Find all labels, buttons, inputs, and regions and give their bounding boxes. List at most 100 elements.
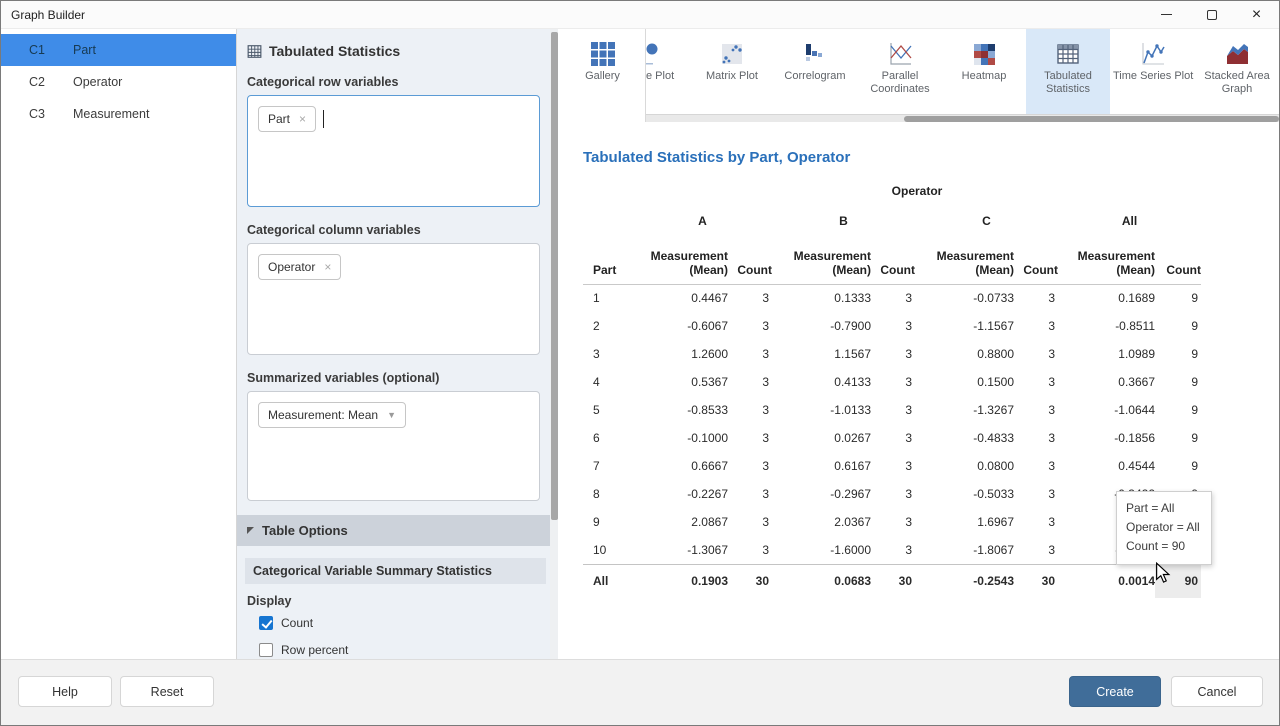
checkbox-row-percent[interactable]	[259, 643, 273, 657]
mean-cell: 0.4133	[772, 368, 871, 396]
reset-button[interactable]: Reset	[120, 676, 214, 707]
graph-gallery: Bubble Plot Gallery	[558, 29, 1279, 114]
mean-cell: -1.0133	[772, 396, 871, 424]
mean-cell: -0.6067	[633, 312, 728, 340]
column-variables-box[interactable]: Operator ×	[247, 243, 540, 355]
part-cell: 2	[583, 312, 633, 340]
mean-cell: 0.4544	[1058, 452, 1155, 480]
count-cell: 3	[1014, 536, 1058, 564]
gallery-item-heatmap[interactable]: Heatmap	[942, 29, 1026, 114]
mean-cell: -0.1856	[1058, 424, 1155, 452]
table-row: 10-1.30673-1.60003-1.80673-1.57119	[583, 536, 1201, 564]
part-cell: 9	[583, 508, 633, 536]
count-cell: 30	[871, 564, 915, 598]
count-cell: 9	[1155, 424, 1201, 452]
builder-panel-header: Tabulated Statistics	[247, 43, 540, 59]
gallery-item-gallery[interactable]: Gallery	[560, 29, 646, 122]
table-row: 70.666730.616730.080030.45449	[583, 452, 1201, 480]
variable-chip-measurement-mean[interactable]: Measurement: Mean ▼	[258, 402, 406, 428]
count-cell: 30	[728, 564, 772, 598]
count-cell: 3	[728, 284, 772, 312]
mean-cell: -1.1567	[915, 312, 1014, 340]
maximize-icon	[1207, 10, 1217, 20]
mean-cell: 2.0867	[633, 508, 728, 536]
mean-cell: 0.6167	[772, 452, 871, 480]
gallery-item-parallel-coordinates[interactable]: Parallel Coordinates	[858, 29, 942, 114]
table-row: 6-0.100030.02673-0.48333-0.18569	[583, 424, 1201, 452]
remove-chip-icon[interactable]: ×	[324, 261, 331, 273]
gallery-item-stacked-area-graph[interactable]: Stacked Area Graph	[1195, 29, 1279, 114]
matrix-plot-icon	[690, 41, 774, 68]
table-options-label: Table Options	[262, 523, 348, 538]
panel-title: Tabulated Statistics	[269, 43, 400, 59]
count-cell: 3	[871, 480, 915, 508]
close-button[interactable]: ×	[1234, 1, 1279, 28]
mean-cell: 1.2600	[633, 340, 728, 368]
tooltip-line: Operator = All	[1126, 518, 1200, 537]
correlogram-icon	[773, 41, 857, 68]
count-cell: 3	[1014, 396, 1058, 424]
part-column-header: Part	[583, 236, 633, 284]
mean-cell: 0.5367	[633, 368, 728, 396]
checkbox-label: Count	[281, 616, 313, 630]
count-cell: 3	[1014, 452, 1058, 480]
count-cell: 3	[728, 424, 772, 452]
count-cell: 9	[1155, 452, 1201, 480]
checkbox-count[interactable]	[259, 616, 273, 630]
sidebar-item-part[interactable]: C1 Part	[1, 34, 236, 66]
panel-scrollbar-thumb[interactable]	[551, 32, 558, 520]
mean-column-header: Measurement(Mean)	[1058, 236, 1155, 284]
help-button[interactable]: Help	[18, 676, 112, 707]
variable-chip-part[interactable]: Part ×	[258, 106, 316, 132]
display-option-count[interactable]: Count	[259, 616, 540, 630]
sidebar-item-operator[interactable]: C2 Operator	[1, 66, 236, 98]
gallery-item-time-series-plot[interactable]: Time Series Plot	[1111, 29, 1195, 114]
remove-chip-icon[interactable]: ×	[299, 113, 306, 125]
stacked-area-graph-icon	[1195, 41, 1279, 68]
count-column-header: Count	[1155, 236, 1201, 284]
gallery-scrollbar[interactable]	[624, 114, 1279, 122]
minimize-button[interactable]	[1144, 1, 1189, 28]
variable-chip-operator[interactable]: Operator ×	[258, 254, 341, 280]
create-button[interactable]: Create	[1069, 676, 1161, 707]
title-bar: Graph Builder ×	[1, 1, 1279, 29]
gallery-item-matrix-plot[interactable]: Matrix Plot	[690, 29, 774, 114]
cancel-button[interactable]: Cancel	[1171, 676, 1263, 707]
count-cell: 30	[1014, 564, 1058, 598]
checkbox-label: Row percent	[281, 643, 348, 657]
count-cell: 3	[1014, 508, 1058, 536]
mean-cell: 0.0800	[915, 452, 1014, 480]
table-row: 8-0.22673-0.29673-0.50333-0.34229	[583, 480, 1201, 508]
row-variables-box[interactable]: Part ×	[247, 95, 540, 207]
gallery-item-tabulated-statistics[interactable]: Tabulated Statistics	[1026, 29, 1110, 114]
column-id: C2	[1, 75, 73, 89]
table-row: 2-0.60673-0.79003-1.15673-0.85119	[583, 312, 1201, 340]
mouse-cursor	[1153, 562, 1173, 589]
stats-table-body: 10.446730.13333-0.073330.168992-0.60673-…	[583, 284, 1201, 598]
maximize-button[interactable]	[1189, 1, 1234, 28]
display-option-row-percent[interactable]: Row percent	[259, 643, 540, 657]
count-cell: 3	[871, 312, 915, 340]
tabulated-statistics-icon	[247, 44, 262, 59]
sidebar-item-measurement[interactable]: C3 Measurement	[1, 98, 236, 130]
count-cell: 3	[728, 368, 772, 396]
mean-column-header: Measurement(Mean)	[772, 236, 871, 284]
table-options-header[interactable]: Table Options	[237, 515, 550, 546]
window-title: Graph Builder	[1, 8, 85, 22]
mean-cell: -0.2543	[915, 564, 1014, 598]
mean-cell: 0.1903	[633, 564, 728, 598]
gallery-item-correlogram[interactable]: Correlogram	[773, 29, 857, 114]
part-cell: 10	[583, 536, 633, 564]
column-name: Part	[73, 43, 96, 57]
count-cell: 3	[728, 480, 772, 508]
heatmap-icon	[942, 41, 1026, 68]
gallery-item-label: Tabulated Statistics	[1026, 70, 1110, 96]
chevron-down-icon[interactable]: ▼	[387, 411, 396, 420]
summarized-variables-box[interactable]: Measurement: Mean ▼	[247, 391, 540, 501]
gallery-item-label: Correlogram	[773, 70, 857, 83]
mean-cell: -1.3067	[633, 536, 728, 564]
panel-scrollbar[interactable]	[550, 29, 558, 659]
count-cell: 3	[728, 340, 772, 368]
part-cell: All	[583, 564, 633, 598]
tabulated-statistics-icon	[1026, 41, 1110, 68]
